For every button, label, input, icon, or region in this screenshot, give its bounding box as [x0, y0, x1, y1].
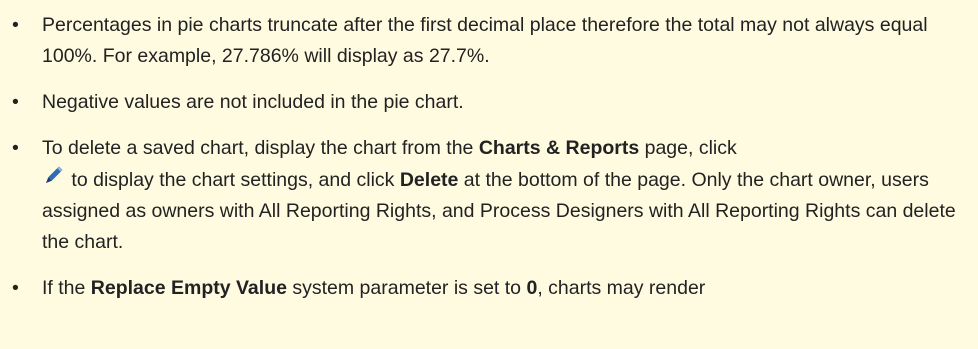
note-replace-empty-value: • If the Replace Empty Value system para…	[0, 273, 978, 304]
note-text-part: page, click	[639, 137, 737, 159]
zero-value-label: 0	[526, 277, 538, 299]
note-text-part: To delete a saved chart, display the cha…	[42, 137, 479, 159]
notes-list: • Percentages in pie charts truncate aft…	[0, 10, 978, 304]
note-text: Percentages in pie charts truncate after…	[42, 14, 928, 67]
delete-label: Delete	[399, 169, 459, 191]
note-negative-values: • Negative values are not included in th…	[0, 87, 978, 118]
note-text-part: , charts may render	[537, 277, 706, 299]
note-delete-chart: • To delete a saved chart, display the c…	[0, 133, 978, 258]
bullet-marker: •	[12, 137, 19, 159]
charts-reports-label: Charts & Reports	[478, 137, 640, 159]
bullet-marker: •	[12, 91, 19, 113]
note-text-part: system parameter is set to	[286, 277, 527, 299]
note-text-part: If the	[42, 277, 91, 299]
replace-empty-value-label: Replace Empty Value	[90, 277, 287, 299]
note-text-part: to display the chart settings, and click	[66, 169, 400, 191]
note-text: Negative values are not included in the …	[42, 91, 464, 113]
bullet-marker: •	[12, 277, 19, 299]
bullet-marker: •	[12, 14, 19, 36]
note-truncation: • Percentages in pie charts truncate aft…	[0, 10, 978, 72]
pencil-icon	[42, 164, 64, 188]
